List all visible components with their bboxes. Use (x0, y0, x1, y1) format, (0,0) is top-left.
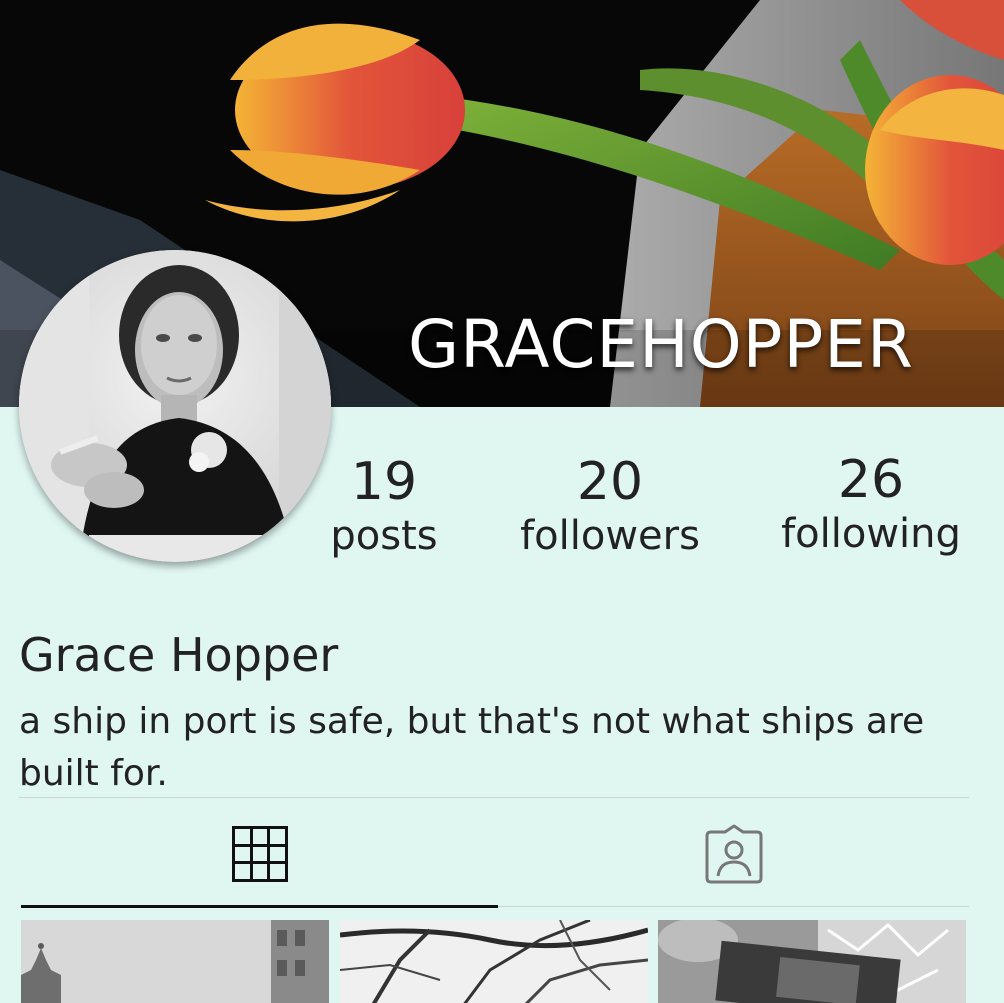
grid-icon (231, 826, 288, 882)
username-title: GRACEHOPPER (408, 306, 914, 383)
following-count: 26 (837, 450, 905, 510)
tab-divider (498, 906, 969, 907)
stat-followers[interactable]: 20 followers (500, 452, 720, 560)
followers-count: 20 (576, 452, 644, 512)
following-label: following (781, 511, 961, 557)
post-thumbnail[interactable] (658, 920, 966, 1003)
profile-full-name: Grace Hopper (19, 628, 339, 682)
post-thumbnail[interactable] (21, 920, 329, 1003)
active-tab-indicator (21, 905, 498, 908)
profile-bio: a ship in port is safe, but that's not w… (19, 701, 925, 794)
followers-label: followers (520, 513, 700, 559)
posts-label: posts (330, 513, 438, 559)
tagged-person-icon (705, 824, 762, 884)
tab-tagged[interactable] (498, 800, 969, 908)
profile-page: GRACEHOPPER 19 posts 20 followers 26 fol… (0, 0, 1004, 1003)
tab-grid[interactable] (21, 800, 498, 908)
posts-count: 19 (350, 452, 418, 512)
stat-posts[interactable]: 19 posts (314, 452, 454, 560)
section-divider (19, 797, 969, 798)
post-thumbnail[interactable] (340, 920, 648, 1003)
avatar[interactable] (19, 250, 331, 562)
stat-following[interactable]: 26 following (766, 450, 976, 558)
